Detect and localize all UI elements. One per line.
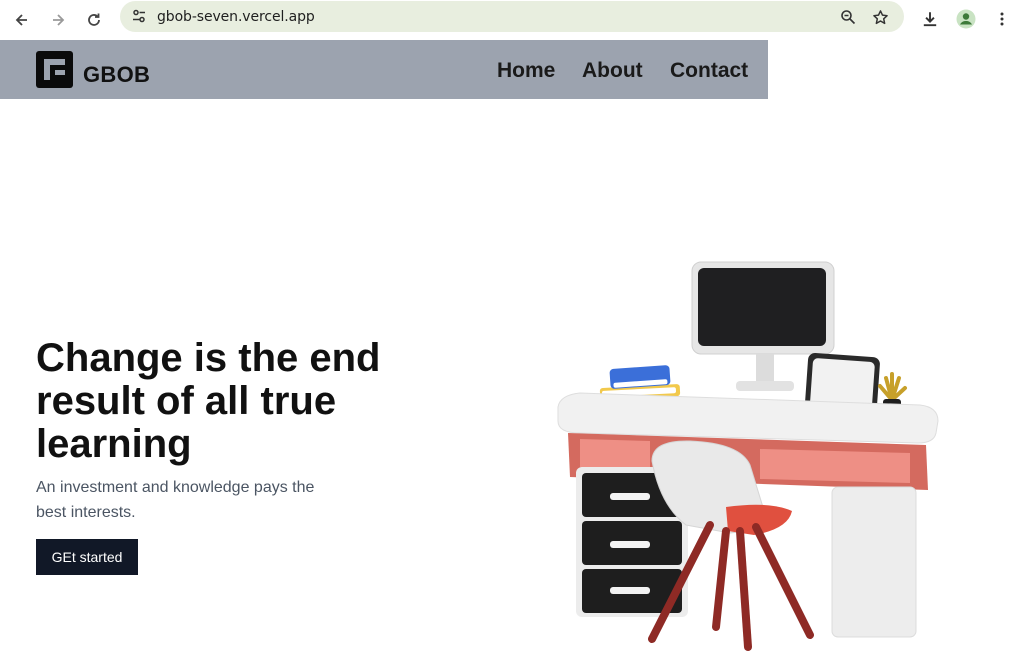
star-icon [872,9,888,24]
reload-icon [88,13,100,26]
site-header: GBOB Home About Contact [0,40,768,99]
downloads-button[interactable] [916,5,944,33]
arrow-left-icon [15,14,27,26]
download-icon [923,12,937,27]
reload-button[interactable] [80,6,108,34]
get-started-button[interactable]: GEt started [36,539,138,575]
zoom-icon [841,10,856,25]
browser-toolbar: gbob-seven.vercel.app [0,0,1027,40]
back-button[interactable] [8,6,36,34]
desk-illustration [557,261,939,651]
browser-menu-button[interactable] [988,5,1016,33]
arrow-right-icon [53,14,65,26]
zoom-button[interactable] [836,5,860,29]
hero-subtitle: An investment and knowledge pays the bes… [36,479,315,521]
nav-home-link[interactable]: Home [497,59,555,83]
url-text[interactable]: gbob-seven.vercel.app [157,9,315,25]
logo-text: GBOB [83,62,151,87]
bookmark-button[interactable] [868,5,892,29]
address-bar[interactable]: gbob-seven.vercel.app [120,1,904,32]
profile-button[interactable] [952,5,980,33]
logo-icon [36,50,73,88]
site-info-button[interactable] [128,5,150,27]
profile-icon [956,9,976,29]
nav-contact-link[interactable]: Contact [670,59,748,83]
nav-about-link[interactable]: About [582,59,643,83]
tune-icon [133,9,145,23]
logo[interactable]: GBOB [36,50,150,88]
hero-title: Change is the end result of all true lea… [36,336,381,466]
kebab-menu-icon [1000,12,1004,26]
forward-button[interactable] [44,6,72,34]
